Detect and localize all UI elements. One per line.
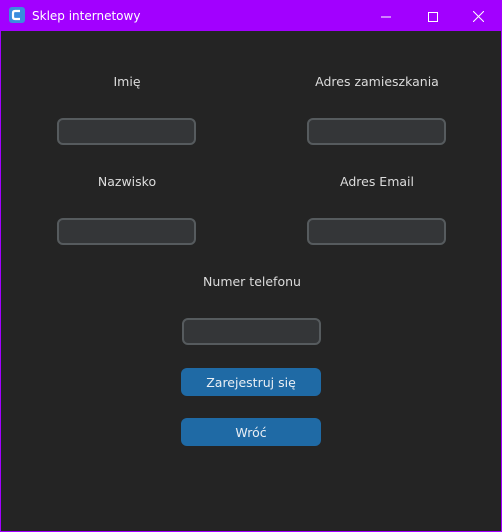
maximize-icon (428, 7, 438, 26)
maximize-button[interactable] (410, 1, 456, 31)
app-window: Sklep internetowy Imię Adres zamieszkani… (0, 0, 502, 532)
back-button[interactable]: Wróć (181, 418, 321, 446)
phone-label: Numer telefonu (203, 274, 301, 289)
register-button[interactable]: Zarejestruj się (181, 368, 321, 396)
phone-field[interactable] (182, 318, 321, 345)
close-button[interactable] (455, 1, 501, 31)
email-field[interactable] (307, 218, 446, 245)
address-field[interactable] (307, 118, 446, 145)
first-name-label: Imię (113, 74, 141, 89)
first-name-field[interactable] (57, 118, 196, 145)
last-name-label: Nazwisko (97, 174, 157, 189)
window-title: Sklep internetowy (32, 9, 141, 23)
minimize-icon (381, 7, 391, 26)
last-name-field[interactable] (57, 218, 196, 245)
address-label: Adres zamieszkania (315, 74, 439, 89)
title-bar[interactable]: Sklep internetowy (1, 1, 501, 31)
close-icon (472, 7, 484, 26)
minimize-button[interactable] (363, 1, 409, 31)
email-label: Adres Email (340, 174, 414, 189)
app-logo-icon (9, 7, 25, 23)
